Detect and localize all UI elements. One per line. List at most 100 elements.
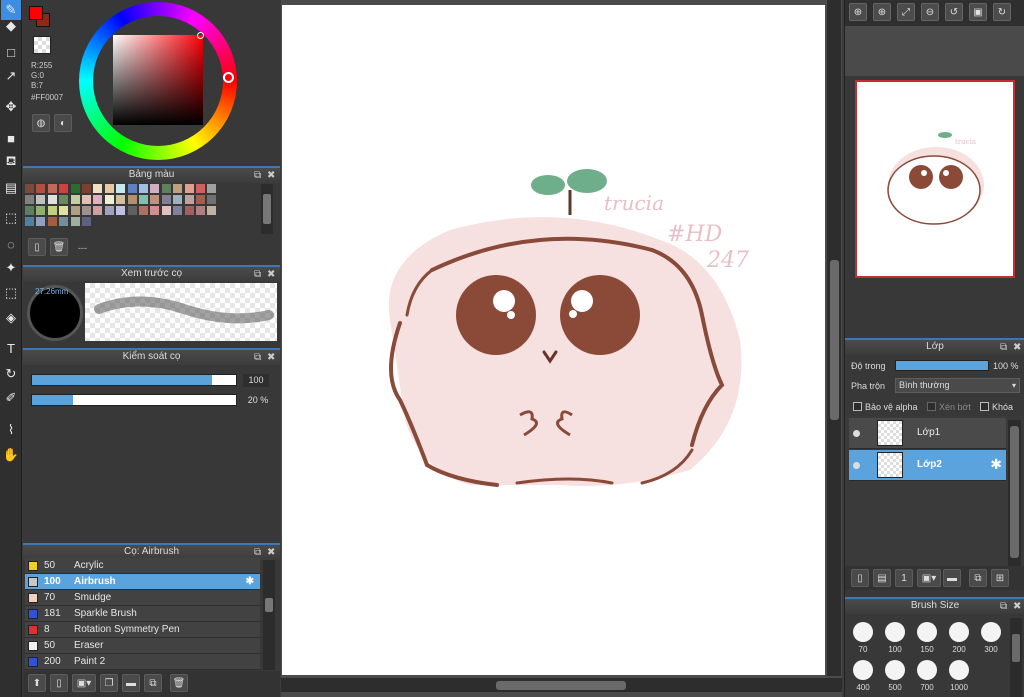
layer-row[interactable]: Lớp1 bbox=[849, 418, 1006, 449]
close-icon[interactable]: ✖ bbox=[1013, 600, 1021, 614]
layer-opacity-slider[interactable] bbox=[895, 360, 989, 371]
detach-icon[interactable]: ⧉ bbox=[1000, 600, 1007, 614]
brush-new-icon[interactable]: ▯ bbox=[50, 674, 68, 692]
palette-swatch[interactable] bbox=[184, 184, 194, 193]
select-eraser-tool-icon[interactable]: ◈ bbox=[1, 308, 21, 328]
palette-swatch[interactable] bbox=[82, 217, 91, 226]
palette-swatch[interactable] bbox=[116, 206, 126, 215]
palette-swatch[interactable] bbox=[82, 184, 91, 193]
palette-swatch[interactable] bbox=[184, 206, 194, 215]
hand-tool-icon[interactable]: ✋ bbox=[1, 445, 21, 465]
palette-swatch[interactable] bbox=[173, 195, 183, 204]
eraser-tool-icon[interactable]: ◆ bbox=[1, 16, 21, 36]
select-pen-tool-icon[interactable]: ⬚ bbox=[1, 283, 21, 303]
move-tool-icon[interactable]: ✥ bbox=[1, 97, 21, 117]
palette-swatch[interactable] bbox=[70, 217, 80, 226]
palette-swatch[interactable] bbox=[127, 206, 137, 215]
palette-swatch[interactable] bbox=[104, 184, 114, 193]
close-icon[interactable]: ✖ bbox=[267, 546, 275, 560]
bucket-tool-icon[interactable]: ⛾ bbox=[1, 152, 21, 172]
palette-swatch[interactable] bbox=[59, 195, 69, 204]
eyedropper-tool-icon[interactable]: ✐ bbox=[1, 388, 21, 408]
brush-size-value[interactable]: 100 bbox=[243, 374, 269, 387]
palette-swatch[interactable] bbox=[82, 206, 91, 215]
palette-swatch[interactable] bbox=[196, 195, 205, 204]
brush-duplicate-icon[interactable]: ❐ bbox=[100, 674, 118, 692]
brush-size-preset[interactable]: 300 bbox=[975, 622, 1007, 654]
palette-swatch[interactable] bbox=[207, 195, 217, 204]
zoom-in-icon[interactable]: ⊕ bbox=[849, 3, 867, 21]
brush-size-preset[interactable]: 200 bbox=[943, 622, 975, 654]
fit-icon[interactable]: ⤢ bbox=[897, 3, 915, 21]
new-layer-8bit-icon[interactable]: ▤ bbox=[873, 569, 891, 587]
new-layer-icon[interactable]: ▯ bbox=[851, 569, 869, 587]
palette-scrollbar[interactable] bbox=[261, 184, 273, 234]
rotate-left-icon[interactable]: ↺ bbox=[945, 3, 963, 21]
palette-swatch[interactable] bbox=[47, 195, 57, 204]
palette-swatch[interactable] bbox=[116, 195, 126, 204]
palette-swatch[interactable] bbox=[93, 184, 103, 193]
canvas-vertical-scrollbar[interactable] bbox=[827, 0, 841, 676]
palette-swatch[interactable] bbox=[139, 206, 148, 215]
brush-size-preset[interactable]: 100 bbox=[879, 622, 911, 654]
palette-swatch[interactable] bbox=[173, 206, 183, 215]
select-rect-tool-icon[interactable]: ⬚ bbox=[1, 208, 21, 228]
merge-layer-icon[interactable]: ⊞ bbox=[991, 569, 1009, 587]
palette-swatch[interactable] bbox=[161, 195, 171, 204]
color-settings-icon[interactable]: ◐ bbox=[54, 114, 72, 132]
new-palette-icon[interactable]: ▯ bbox=[28, 238, 46, 256]
palette-swatch[interactable] bbox=[70, 195, 80, 204]
brush-folder-icon[interactable]: ▬ bbox=[122, 674, 140, 692]
layer-menu-icon[interactable]: ▣▾ bbox=[917, 569, 941, 587]
palette-swatch[interactable] bbox=[127, 184, 137, 193]
close-icon[interactable]: ✖ bbox=[267, 351, 275, 365]
brush-size-preset[interactable]: 400 bbox=[847, 660, 879, 692]
fullscreen-icon[interactable]: ▣ bbox=[969, 3, 987, 21]
rotate-right-icon[interactable]: ↻ bbox=[993, 3, 1011, 21]
palette-swatch[interactable] bbox=[150, 195, 160, 204]
palette-swatch[interactable] bbox=[116, 184, 126, 193]
lasso-tool-icon[interactable]: ◌ bbox=[1, 234, 21, 254]
text-tool-icon[interactable]: T bbox=[1, 338, 21, 358]
zoom-out-icon[interactable]: ⊖ bbox=[921, 3, 939, 21]
brush-item[interactable]: 200 Paint 2 bbox=[25, 654, 260, 670]
brush-item[interactable]: 50 Eraser bbox=[25, 638, 260, 654]
brush-size-slider[interactable] bbox=[31, 374, 237, 386]
palette-swatch[interactable] bbox=[47, 217, 57, 226]
magic-wand-tool-icon[interactable]: ✦ bbox=[1, 258, 21, 278]
palette-swatch[interactable] bbox=[173, 184, 183, 193]
brush-size-preset[interactable]: 1000 bbox=[943, 660, 975, 692]
brush-settings-icon[interactable]: ✱ bbox=[246, 576, 254, 587]
protect-alpha-checkbox[interactable]: Bảo vệ alpha bbox=[853, 402, 918, 412]
brush-list-scrollbar[interactable] bbox=[263, 560, 275, 670]
brush-item[interactable]: 70 Smudge bbox=[25, 590, 260, 606]
delete-palette-icon[interactable]: 🗑 bbox=[50, 238, 68, 256]
palette-swatch[interactable] bbox=[196, 206, 205, 215]
layer-scrollbar[interactable] bbox=[1008, 420, 1021, 566]
palette-swatch[interactable] bbox=[47, 184, 57, 193]
primary-color-swatch[interactable] bbox=[29, 6, 43, 20]
brush-size-preset[interactable]: 70 bbox=[847, 622, 879, 654]
palette-swatch[interactable] bbox=[25, 217, 34, 226]
brush-delete-icon[interactable]: 🗑 bbox=[170, 674, 188, 692]
brush-add-icon[interactable]: ⬆ bbox=[28, 674, 46, 692]
brush-copy-icon[interactable]: ⧉ bbox=[144, 674, 162, 692]
visibility-icon[interactable] bbox=[853, 430, 860, 437]
palette-swatch[interactable] bbox=[36, 206, 46, 215]
close-icon[interactable]: ✖ bbox=[267, 268, 275, 282]
palette-swatch[interactable] bbox=[150, 184, 160, 193]
zoom-in-icon[interactable]: ⊕ bbox=[873, 3, 891, 21]
palette-swatch[interactable] bbox=[59, 217, 69, 226]
navigator-thumbnail[interactable]: trucia bbox=[855, 80, 1015, 278]
palette-swatch[interactable] bbox=[161, 206, 171, 215]
canvas-horizontal-scrollbar[interactable] bbox=[281, 678, 842, 692]
lock-checkbox[interactable]: Khóa bbox=[980, 402, 1013, 412]
palette-swatch[interactable] bbox=[196, 184, 205, 193]
palette-swatch[interactable] bbox=[25, 206, 34, 215]
palette-swatch[interactable] bbox=[104, 195, 114, 204]
brush-item[interactable]: 181 Sparkle Brush bbox=[25, 606, 260, 622]
transparent-color-swatch[interactable] bbox=[33, 36, 51, 54]
gradient-tool-icon[interactable]: ▤ bbox=[1, 178, 21, 198]
palette-swatch[interactable] bbox=[139, 184, 148, 193]
palette-swatch[interactable] bbox=[139, 195, 148, 204]
